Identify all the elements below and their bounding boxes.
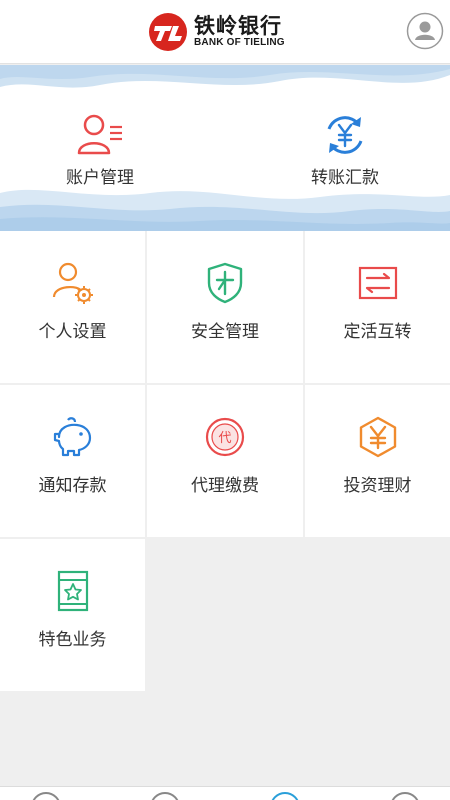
- top-header: 铁岭银行 BANK OF TIELING: [0, 0, 450, 64]
- service-agency-payment[interactable]: 代 代理缴费: [147, 385, 303, 537]
- account-management-icon: [77, 114, 122, 155]
- bank-of-tieling-logo-icon: [149, 13, 187, 51]
- transfer-remittance-button[interactable]: 转账汇款: [265, 65, 425, 231]
- featured-business-label: 特色业务: [38, 630, 107, 650]
- service-personal-settings[interactable]: 个人设置: [0, 231, 145, 383]
- investment-label: 投资理财: [343, 476, 412, 496]
- service-notice-deposit[interactable]: 通知存款: [0, 385, 145, 537]
- featured-business-icon: [57, 570, 88, 612]
- personal-settings-label: 个人设置: [38, 322, 107, 342]
- service-fixed-demand-transfer[interactable]: 定活互转: [305, 231, 450, 383]
- fixed-demand-transfer-label: 定活互转: [343, 322, 412, 342]
- personal-settings-icon: [52, 262, 93, 304]
- nav-tab-4-icon[interactable]: [390, 792, 420, 800]
- bank-name-en: BANK OF TIELING: [194, 37, 285, 48]
- nav-tab-1-icon[interactable]: [31, 792, 61, 800]
- bank-logo: 铁岭银行 BANK OF TIELING: [148, 12, 285, 52]
- transfer-remittance-icon: [327, 116, 363, 154]
- service-security-management[interactable]: 安全管理: [147, 231, 303, 383]
- transfer-remittance-label: 转账汇款: [311, 168, 379, 188]
- agency-payment-icon: 代: [205, 417, 245, 457]
- nav-tab-3-icon[interactable]: [270, 792, 300, 800]
- user-profile-icon[interactable]: [406, 12, 444, 50]
- piggy-bank-icon: [53, 417, 91, 457]
- bank-name-cn: 铁岭银行: [194, 13, 282, 38]
- investment-icon: [359, 416, 396, 458]
- fixed-demand-transfer-icon: [358, 266, 397, 300]
- svg-text:代: 代: [218, 431, 231, 446]
- notice-deposit-label: 通知存款: [38, 476, 107, 496]
- service-featured-business[interactable]: 特色业务: [0, 539, 145, 691]
- nav-tab-2-icon[interactable]: [150, 792, 180, 800]
- agency-payment-label: 代理缴费: [191, 476, 259, 496]
- account-management-label: 账户管理: [66, 168, 134, 188]
- account-management-button[interactable]: 账户管理: [20, 65, 180, 231]
- quick-access-banner: 账户管理 转账汇款: [0, 65, 450, 231]
- bottom-navigation: [0, 786, 450, 800]
- service-investment[interactable]: 投资理财: [305, 385, 450, 537]
- security-shield-icon: [207, 262, 243, 304]
- bank-name: 铁岭银行 BANK OF TIELING: [194, 15, 285, 49]
- security-management-label: 安全管理: [191, 322, 259, 342]
